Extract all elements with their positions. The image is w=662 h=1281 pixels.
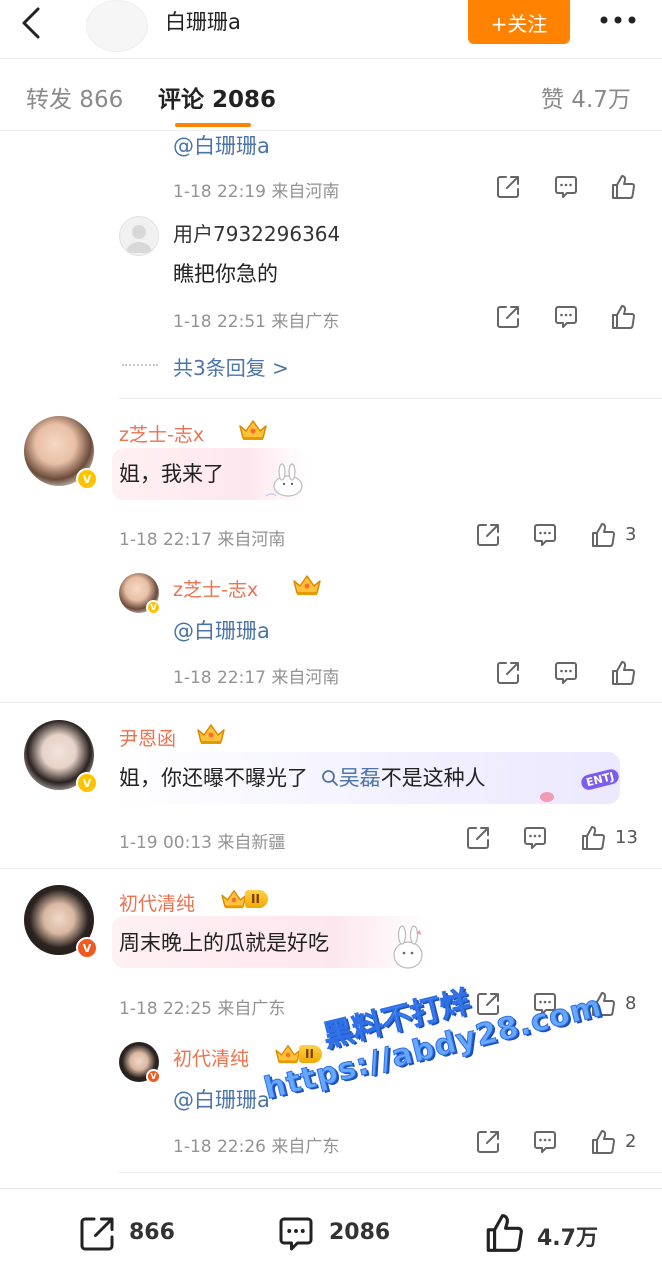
verified-icon: V <box>76 468 98 490</box>
reply-meta: 1-18 22:17 来自河南 <box>173 668 340 688</box>
mention-link[interactable]: @白珊珊a <box>173 619 270 643</box>
like-icon[interactable] <box>609 659 637 687</box>
comment-icon[interactable] <box>531 521 559 549</box>
more-replies-link[interactable]: 共3条回复 > <box>173 352 289 381</box>
verified-icon: V <box>76 772 98 794</box>
rank-badge: II <box>219 888 268 910</box>
reply-meta: 1-18 22:51 来自广东 <box>173 312 340 332</box>
comment-icon[interactable] <box>275 1213 317 1255</box>
comment-username[interactable]: z芝士-志x <box>119 420 204 447</box>
reply-text: 瞧把你急的 <box>173 262 278 286</box>
reply-meta: 1-18 22:26 来自广东 <box>173 1137 340 1157</box>
like-icon[interactable] <box>589 521 617 549</box>
reply-text: @白珊珊a <box>173 615 270 645</box>
reply-username[interactable]: 初代清纯 <box>173 1044 249 1071</box>
comment-text-part: 姐，你还曝不曝光了 <box>119 766 308 790</box>
mention-link[interactable]: @白珊珊a <box>173 134 270 158</box>
crown-icon <box>195 722 227 746</box>
comment-meta: 1-19 00:13 来自新疆 <box>119 833 286 853</box>
reply-username[interactable]: z芝士-志x <box>173 575 258 602</box>
mention-link[interactable]: @白珊珊a <box>173 1088 270 1112</box>
repost-count[interactable]: 866 <box>129 1220 175 1245</box>
comment-icon[interactable] <box>552 659 580 687</box>
share-icon[interactable] <box>494 659 522 687</box>
comment-divider <box>119 1172 662 1173</box>
reply-text: @白珊珊a <box>173 1084 270 1114</box>
like-count: 13 <box>615 827 638 848</box>
comment-icon[interactable] <box>531 1128 559 1156</box>
tab-likes[interactable]: 赞 4.7万 <box>541 80 631 114</box>
comment-divider <box>0 702 662 703</box>
like-icon[interactable] <box>482 1211 526 1255</box>
crown-icon <box>291 573 323 597</box>
share-icon[interactable] <box>474 1128 502 1156</box>
crown-icon <box>237 418 269 442</box>
share-icon[interactable] <box>464 824 492 852</box>
search-term[interactable]: 吴磊 <box>339 766 381 790</box>
comment-divider <box>119 398 662 399</box>
header-title[interactable]: 白珊珊a <box>165 6 241 36</box>
sticker-decoration-icon <box>540 792 554 802</box>
comment-username[interactable]: 尹恩函 <box>119 724 176 751</box>
tab-comments[interactable]: 评论 2086 <box>158 80 276 114</box>
header-avatar[interactable] <box>86 0 148 52</box>
like-icon[interactable] <box>609 303 637 331</box>
reply-meta: 1-18 22:19 来自河南 <box>173 182 340 202</box>
share-icon[interactable] <box>494 303 522 331</box>
more-icon[interactable] <box>598 14 638 26</box>
top-header: 白珊珊a +关注 <box>0 0 662 59</box>
like-icon[interactable] <box>579 824 607 852</box>
reply-text: @白珊珊a <box>173 130 270 160</box>
verified-icon: V <box>146 1069 161 1084</box>
comment-meta: 1-18 22:25 来自广东 <box>119 999 286 1019</box>
follow-button[interactable]: +关注 <box>468 0 570 44</box>
verified-icon: V <box>76 937 98 959</box>
verified-icon: V <box>146 600 161 615</box>
comment-text: 周末晚上的瓜就是好吃 <box>119 931 329 955</box>
default-avatar-icon <box>126 225 152 253</box>
like-count-total[interactable]: 4.7万 <box>537 1220 598 1252</box>
comment-text: 姐，我来了 <box>119 462 224 486</box>
reply-username[interactable]: 用户7932296364 <box>173 218 340 247</box>
more-replies-dots <box>122 364 158 366</box>
back-icon[interactable] <box>18 6 46 40</box>
like-count: 2 <box>625 1131 637 1152</box>
comment-icon[interactable] <box>552 303 580 331</box>
comment-icon[interactable] <box>521 824 549 852</box>
comment-text-part: 不是这种人 <box>380 766 486 790</box>
comment-text: 姐，你还曝不曝光了 吴磊不是这种人 <box>119 762 486 792</box>
share-icon[interactable] <box>76 1213 118 1255</box>
comment-meta: 1-18 22:17 来自河南 <box>119 530 286 550</box>
comment-username[interactable]: 初代清纯 <box>119 889 195 916</box>
avatar[interactable] <box>119 216 159 256</box>
tab-repost[interactable]: 转发 866 <box>26 80 123 114</box>
like-count: 3 <box>625 524 637 545</box>
tab-underline <box>175 123 251 127</box>
comment-divider <box>0 868 662 869</box>
share-icon[interactable] <box>494 173 522 201</box>
watermark: 黑料不打烊 https://abdy28.com <box>250 950 606 1117</box>
bunny-sticker-icon <box>393 925 423 969</box>
like-icon[interactable] <box>609 173 637 201</box>
like-icon[interactable] <box>589 1128 617 1156</box>
search-topic-link[interactable]: 吴磊 <box>321 766 381 790</box>
comment-count[interactable]: 2086 <box>329 1220 390 1245</box>
tabs-divider <box>0 130 662 131</box>
rank-level: II <box>245 890 268 908</box>
like-count: 8 <box>625 993 637 1014</box>
search-icon <box>321 770 338 786</box>
share-icon[interactable] <box>474 521 502 549</box>
bunny-sticker-icon <box>265 463 303 497</box>
comment-icon[interactable] <box>552 173 580 201</box>
